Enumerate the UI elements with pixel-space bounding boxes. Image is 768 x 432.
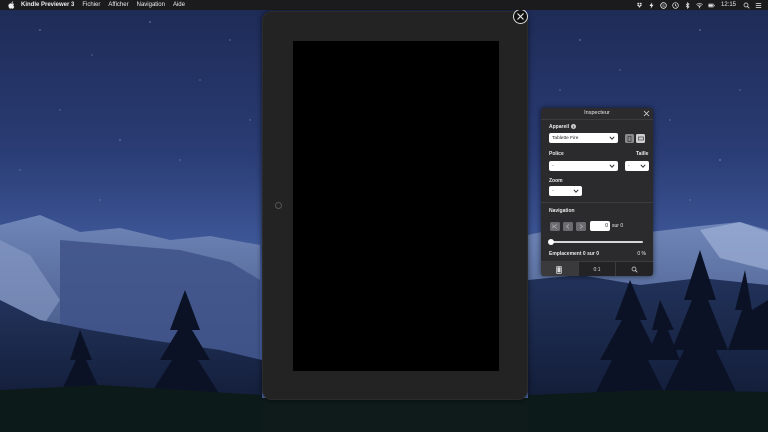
percent-text: 0 % <box>637 251 646 257</box>
device-home-button <box>275 202 282 209</box>
font-select-value: - <box>552 163 554 169</box>
portrait-orientation-button[interactable] <box>625 134 634 143</box>
search-icon <box>631 266 638 273</box>
menubar-clock[interactable]: 12:15 <box>721 2 736 8</box>
spotlight-icon[interactable] <box>743 2 750 9</box>
device-select-value: Tablette Fire <box>552 135 579 141</box>
apple-icon[interactable] <box>8 1 15 9</box>
kindle-device-frame <box>262 11 528 400</box>
portrait-icon <box>627 135 632 142</box>
chevron-down-icon <box>609 136 615 140</box>
first-page-button[interactable] <box>550 222 560 231</box>
time-machine-icon[interactable] <box>672 1 679 9</box>
appareil-label: Appareil <box>549 124 570 130</box>
zoom-select-value: - <box>552 188 554 194</box>
first-page-icon <box>552 224 558 229</box>
inspector-title: Inspecteur <box>584 110 610 116</box>
zoom-select[interactable]: - <box>549 186 582 196</box>
page-number-input[interactable]: 0 <box>590 221 610 231</box>
close-icon <box>643 110 650 117</box>
dropbox-icon[interactable] <box>636 2 643 9</box>
tab-toc[interactable]: 0:1 <box>579 262 617 276</box>
next-icon <box>579 224 584 229</box>
location-text: Emplacement 0 sur 0 <box>549 251 600 257</box>
size-select[interactable]: - <box>625 161 649 171</box>
section-divider <box>541 202 653 203</box>
menu-navigation[interactable]: Navigation <box>137 2 165 8</box>
next-page-button[interactable] <box>576 222 586 231</box>
device-screen[interactable] <box>293 41 499 371</box>
landscape-orientation-button[interactable] <box>636 134 645 143</box>
inspector-panel: Inspecteur Appareil i Tablette Fire Polic… <box>541 108 653 276</box>
info-icon[interactable]: i <box>571 124 577 130</box>
inspector-tab-bar: 0:1 <box>541 261 653 276</box>
menu-app-name[interactable]: Kindle Previewer 3 <box>21 2 74 8</box>
wifi-icon[interactable] <box>696 2 703 9</box>
tablet-icon <box>556 265 563 274</box>
page-total-text: sur 0 <box>612 223 624 229</box>
chevron-down-icon <box>640 164 646 168</box>
battery-icon[interactable] <box>708 2 715 9</box>
inspector-title-bar: Inspecteur <box>541 108 653 120</box>
tab-device[interactable] <box>541 262 579 276</box>
close-preview-button[interactable] <box>513 9 528 24</box>
tab-toc-label: 0:1 <box>593 266 601 273</box>
landscape-icon <box>637 136 644 141</box>
inspector-close-button[interactable] <box>643 110 650 117</box>
bolt-icon[interactable] <box>648 1 655 9</box>
previous-page-button[interactable] <box>563 222 573 231</box>
chevron-down-icon <box>609 164 615 168</box>
menu-bar: Kindle Previewer 3 Fichier Afficher Navi… <box>0 0 768 10</box>
menu-afficher[interactable]: Afficher <box>108 2 128 8</box>
zoom-label: Zoom <box>549 178 563 184</box>
appareil-section: Appareil i <box>549 124 577 130</box>
notification-center-icon[interactable] <box>755 2 762 9</box>
police-label: Police <box>549 151 564 157</box>
bluetooth-icon[interactable] <box>684 1 691 9</box>
menu-fichier[interactable]: Fichier <box>82 2 100 8</box>
navigation-label: Navigation <box>549 208 575 214</box>
menu-aide[interactable]: Aide <box>173 2 185 8</box>
size-select-value: - <box>628 163 630 169</box>
location-slider-track[interactable] <box>551 241 643 243</box>
svg-text:S: S <box>662 3 665 8</box>
close-icon <box>517 13 524 20</box>
device-select[interactable]: Tablette Fire <box>549 133 618 143</box>
font-select[interactable]: - <box>549 161 618 171</box>
skype-icon[interactable]: S <box>660 1 667 9</box>
location-slider-thumb[interactable] <box>548 238 554 245</box>
previous-icon <box>565 224 570 229</box>
taille-label: Taille <box>636 151 649 157</box>
tab-search[interactable] <box>616 262 653 276</box>
chevron-down-icon <box>573 189 579 193</box>
